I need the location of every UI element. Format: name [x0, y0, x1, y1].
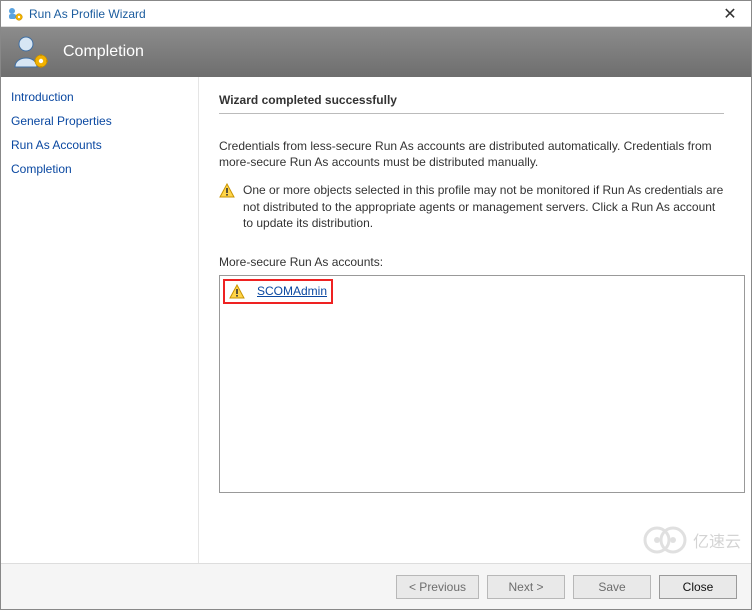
account-link-scomadmin[interactable]: SCOMAdmin [257, 284, 327, 298]
warning-icon [219, 183, 235, 199]
window-title: Run As Profile Wizard [29, 7, 146, 21]
description-text: Credentials from less-secure Run As acco… [219, 138, 724, 170]
warning-text: One or more objects selected in this pro… [243, 182, 724, 231]
close-icon[interactable]: ✕ [715, 4, 745, 24]
main-panel: Wizard completed successfully Credential… [199, 77, 751, 563]
sidebar: Introduction General Properties Run As A… [1, 77, 199, 563]
footer-bar: < Previous Next > Save Close [1, 563, 751, 609]
next-button: Next > [487, 575, 565, 599]
user-gear-icon [11, 33, 49, 71]
sidebar-item-completion[interactable]: Completion [11, 157, 188, 181]
accounts-listbox[interactable]: SCOMAdmin [219, 275, 745, 493]
sidebar-item-general-properties[interactable]: General Properties [11, 109, 188, 133]
sidebar-item-introduction[interactable]: Introduction [11, 85, 188, 109]
close-button[interactable]: Close [659, 575, 737, 599]
header-band: Completion [1, 27, 751, 77]
title-bar: Run As Profile Wizard ✕ [1, 1, 751, 27]
warning-row: One or more objects selected in this pro… [219, 182, 724, 231]
accounts-label: More-secure Run As accounts: [219, 255, 731, 269]
warning-icon [229, 284, 245, 300]
previous-button: < Previous [396, 575, 479, 599]
list-item[interactable]: SCOMAdmin [223, 279, 333, 304]
save-button: Save [573, 575, 651, 599]
app-icon [7, 6, 23, 22]
body-area: Introduction General Properties Run As A… [1, 77, 751, 563]
page-title: Wizard completed successfully [219, 93, 724, 114]
header-heading: Completion [63, 43, 144, 61]
sidebar-item-run-as-accounts[interactable]: Run As Accounts [11, 133, 188, 157]
